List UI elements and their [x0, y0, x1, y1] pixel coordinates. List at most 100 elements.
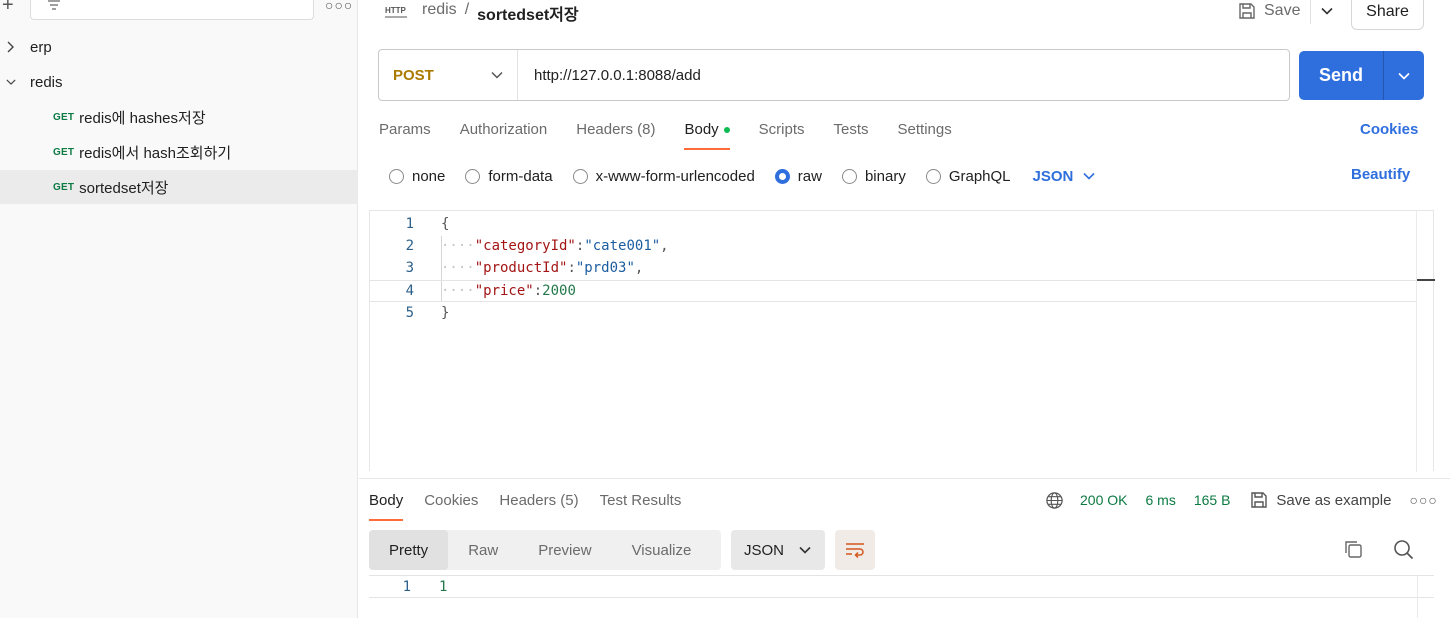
code-line: 5 } [370, 302, 1416, 324]
tab-settings[interactable]: Settings [898, 118, 952, 150]
save-as-example-button[interactable]: Save as example [1250, 491, 1392, 509]
radio-button [572, 168, 588, 184]
tab-scripts[interactable]: Scripts [759, 118, 805, 150]
more-options-icon[interactable]: ○○○ [1410, 492, 1438, 508]
send-button[interactable]: Send [1299, 65, 1383, 86]
sidebar-request-item-selected[interactable]: GET sortedset저장 [0, 170, 358, 204]
radio-form-data[interactable]: form-data [465, 168, 553, 185]
radio-none[interactable]: none [389, 168, 445, 185]
radio-label: x-www-form-urlencoded [595, 167, 755, 185]
response-meta: 200 OK 6 ms 165 B Save as example ○○○ [1045, 490, 1438, 510]
request-label: sortedset저장 [79, 179, 169, 197]
request-label: redis에서 hash조회하기 [79, 144, 232, 162]
code-line-current: 1 1 [369, 575, 1434, 598]
radio-label: raw [797, 167, 822, 185]
response-tab-cookies[interactable]: Cookies [424, 490, 478, 521]
method-badge: GET [53, 111, 75, 123]
response-tab-test-results[interactable]: Test Results [600, 490, 682, 521]
view-preview[interactable]: Preview [518, 530, 611, 570]
headers-count: (8) [637, 121, 656, 138]
view-visualize[interactable]: Visualize [612, 530, 712, 570]
chevron-down-icon [1398, 72, 1410, 80]
editor-scrollbar[interactable] [1416, 211, 1435, 472]
radio-button [841, 168, 857, 184]
code-text: } [441, 305, 450, 321]
format-value: JSON [744, 541, 785, 559]
search-button[interactable] [1393, 539, 1414, 564]
request-body-editor[interactable]: 1 { 2 ····"categoryId":"cate001", 3 ····… [369, 210, 1435, 472]
response-scrollbar[interactable] [1417, 575, 1418, 618]
collection-erp[interactable]: erp [0, 30, 358, 64]
request-title[interactable]: sortedset저장 [477, 1, 578, 25]
wrap-lines-icon [846, 543, 864, 558]
scroll-marker [1417, 279, 1435, 281]
view-pretty[interactable]: Pretty [369, 530, 449, 570]
collection-redis[interactable]: redis [0, 65, 358, 99]
url-input[interactable] [518, 66, 1289, 84]
code-line: 2 ····"categoryId":"cate001", [370, 235, 1416, 257]
radio-urlencoded[interactable]: x-www-form-urlencoded [572, 167, 755, 185]
tab-body[interactable]: Body [684, 118, 730, 150]
response-body-viewer[interactable]: 1 1 [369, 575, 1434, 618]
radio-graphql[interactable]: GraphQL [925, 167, 1011, 185]
copy-button[interactable] [1343, 539, 1363, 563]
tab-headers[interactable]: Headers (8) [576, 118, 655, 150]
response-view-selector: Pretty Raw Preview Visualize [369, 530, 721, 570]
status-code[interactable]: 200 OK [1080, 492, 1127, 508]
pane-divider[interactable] [359, 478, 1450, 479]
beautify-button[interactable]: Beautify [1351, 166, 1410, 183]
response-tab-headers[interactable]: Headers (5) [499, 490, 578, 521]
tab-authorization[interactable]: Authorization [460, 118, 548, 150]
radio-label: GraphQL [948, 167, 1011, 185]
breadcrumb-separator: / [464, 1, 470, 18]
breadcrumb-parent[interactable]: redis [422, 1, 457, 25]
response-time[interactable]: 6 ms [1145, 492, 1175, 508]
radio-button [465, 168, 481, 184]
method-badge: GET [53, 181, 75, 193]
chevron-down-icon [799, 546, 811, 554]
line-number: 2 [405, 238, 414, 254]
radio-button-selected [774, 168, 790, 184]
share-button[interactable]: Share [1351, 0, 1424, 30]
cookies-link[interactable]: Cookies [1360, 121, 1418, 138]
radio-raw[interactable]: raw [774, 167, 822, 185]
body-type-selector: none form-data x-www-form-urlencoded raw… [389, 165, 1095, 187]
sidebar-request-item[interactable]: GET redis에 hashes저장 [0, 100, 358, 134]
radio-binary[interactable]: binary [841, 167, 906, 185]
radio-button [389, 168, 404, 184]
save-options-dropdown[interactable] [1310, 0, 1342, 24]
copy-icon [1345, 541, 1362, 558]
wrap-lines-button[interactable] [835, 530, 875, 570]
response-format-select[interactable]: JSON [731, 530, 825, 570]
plus-icon[interactable]: + [2, 0, 14, 17]
code-line: 1 { [370, 213, 1416, 235]
response-tab-body[interactable]: Body [369, 490, 404, 521]
tab-label: Headers [499, 492, 557, 509]
chevron-down-icon [1320, 7, 1333, 15]
save-button[interactable]: Save [1238, 0, 1300, 22]
sidebar-toolbar: + ○○○ [0, 0, 358, 22]
method-select[interactable]: POST [379, 50, 518, 100]
code-text: ····"categoryId":"cate001", [441, 238, 669, 254]
response-body-text: 1 [439, 578, 448, 595]
request-label: redis에 hashes저장 [79, 109, 206, 127]
tab-params[interactable]: Params [379, 118, 431, 150]
response-size[interactable]: 165 B [1194, 492, 1231, 508]
radio-button [925, 168, 941, 184]
more-options-icon[interactable]: ○○○ [325, 0, 353, 13]
breadcrumb: redis / sortedset저장 [422, 1, 579, 25]
language-select[interactable]: JSON [1033, 168, 1096, 185]
view-raw[interactable]: Raw [448, 530, 518, 570]
sidebar-request-item[interactable]: GET redis에서 hash조회하기 [0, 135, 358, 169]
filter-input[interactable] [30, 0, 314, 20]
send-options-dropdown[interactable] [1383, 51, 1424, 100]
line-number: 1 [405, 216, 414, 232]
chevron-down-icon [6, 78, 16, 86]
collection-label: redis [30, 73, 63, 91]
tab-tests[interactable]: Tests [834, 118, 869, 150]
code-text: ····"price":2000 [441, 283, 576, 299]
request-tabs: Params Authorization Headers (8) Body Sc… [379, 118, 981, 150]
globe-icon[interactable] [1045, 491, 1064, 510]
radio-label: binary [864, 167, 906, 185]
chevron-down-icon [491, 71, 503, 79]
